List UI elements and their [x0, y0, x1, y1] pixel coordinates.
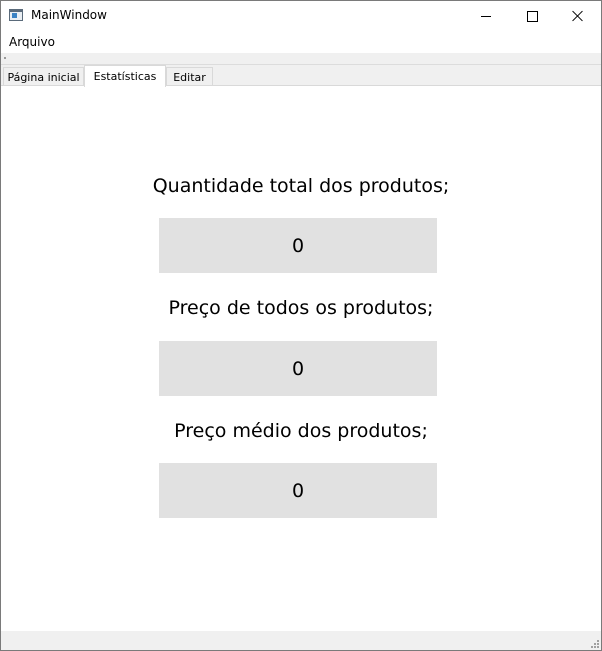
- average-price-value: 0: [159, 463, 437, 518]
- average-price-label: Preço médio dos produtos;: [174, 420, 428, 442]
- tab-editar[interactable]: Editar: [166, 67, 213, 86]
- toolbar: [1, 53, 601, 65]
- toolbar-grip-icon[interactable]: [4, 57, 6, 59]
- tab-estatisticas[interactable]: Estatísticas: [84, 65, 166, 87]
- resize-grip-icon[interactable]: [589, 638, 599, 648]
- menu-arquivo[interactable]: Arquivo: [9, 35, 55, 49]
- tab-pagina-inicial[interactable]: Página inicial: [3, 67, 84, 86]
- total-quantity-value: 0: [159, 218, 437, 273]
- title-bar[interactable]: MainWindow: [1, 1, 601, 31]
- minimize-button[interactable]: [463, 1, 509, 31]
- status-bar: [1, 631, 601, 650]
- close-button[interactable]: [555, 1, 601, 31]
- close-icon: [572, 10, 584, 22]
- app-window-icon: [9, 9, 23, 21]
- main-window: MainWindow Arquivo Página inicial Estatí…: [0, 0, 602, 651]
- maximize-icon: [526, 10, 538, 22]
- total-price-value: 0: [159, 341, 437, 396]
- menu-bar: Arquivo: [1, 31, 601, 53]
- total-quantity-label: Quantidade total dos produtos;: [152, 175, 450, 197]
- minimize-icon: [481, 15, 491, 17]
- tab-bar: Página inicial Estatísticas Editar: [1, 65, 601, 87]
- window-title: MainWindow: [31, 8, 107, 22]
- statistics-panel: Quantidade total dos produtos; 0 Preço d…: [1, 85, 601, 632]
- maximize-button[interactable]: [509, 1, 555, 31]
- total-price-label: Preço de todos os produtos;: [168, 297, 434, 319]
